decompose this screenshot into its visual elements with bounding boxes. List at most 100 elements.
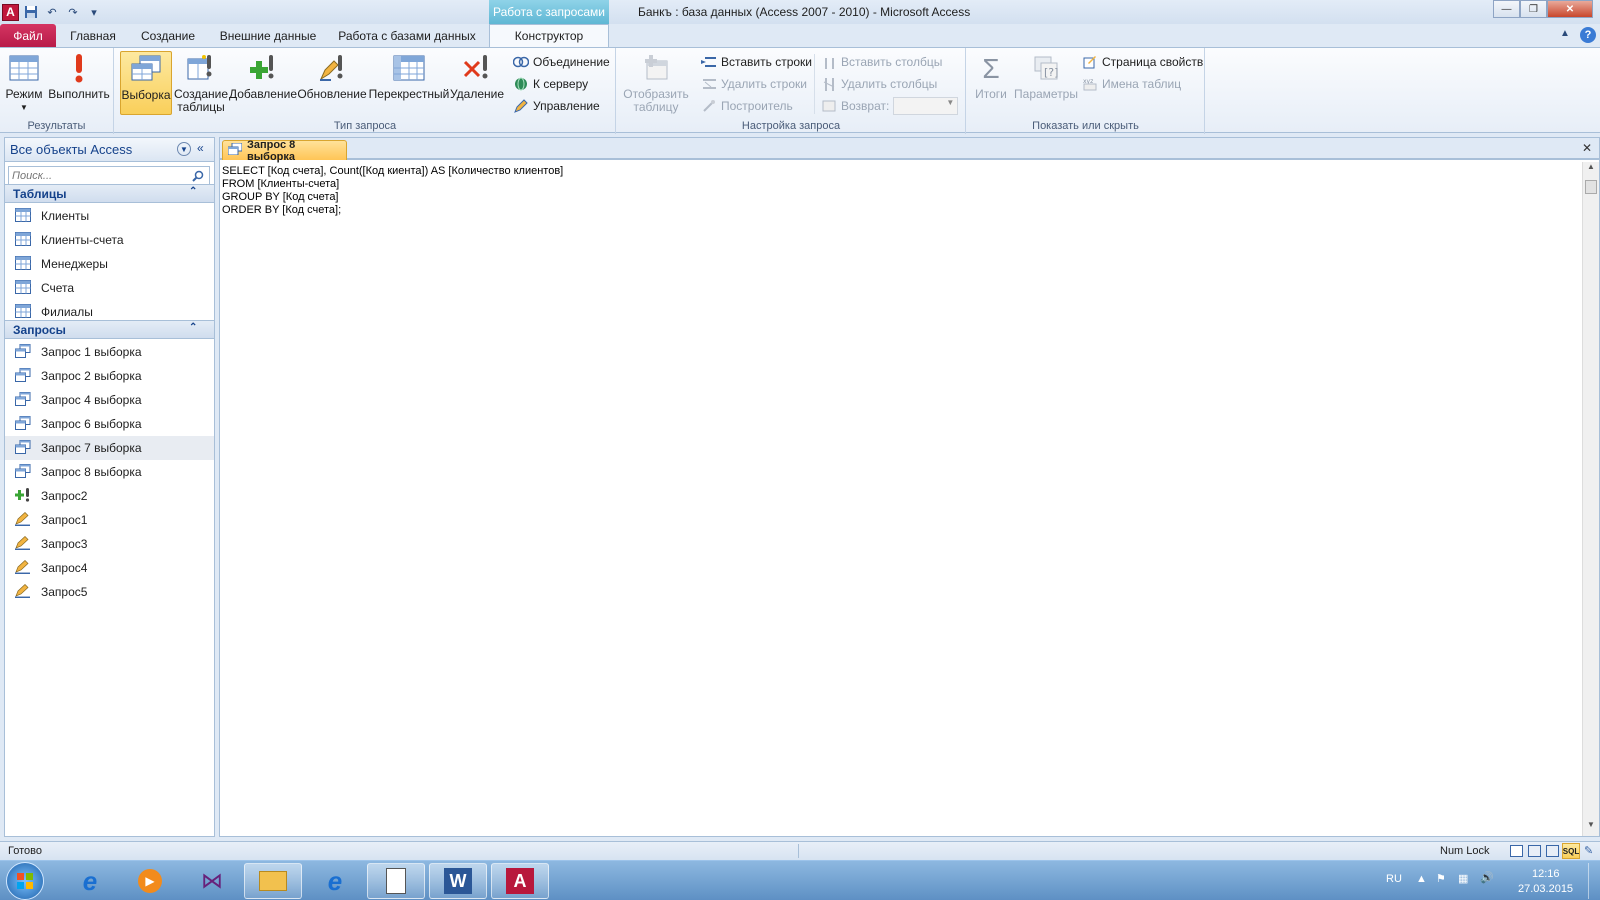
delete-rows-button[interactable]: Удалить строки: [701, 74, 807, 94]
nav-query-item[interactable]: Запрос 8 выборка: [5, 460, 214, 484]
taskbar-ie-2[interactable]: e: [306, 863, 364, 899]
show-table-button[interactable]: Отобразить таблицу: [621, 51, 691, 115]
network-icon[interactable]: ▦: [1458, 872, 1468, 885]
document-tab-label: Запрос 8 выборка: [247, 138, 296, 163]
show-desktop-button[interactable]: [1588, 863, 1598, 899]
nav-query-item[interactable]: Запрос 2 выборка: [5, 364, 214, 388]
redo-icon[interactable]: ↷: [64, 3, 82, 21]
nav-section-queries[interactable]: Запросы ⌃: [5, 320, 214, 339]
pass-through-button[interactable]: К серверу: [513, 74, 588, 94]
nav-query-item[interactable]: Запрос5: [5, 580, 214, 604]
insert-columns-label: Вставить столбцы: [841, 55, 943, 69]
close-button[interactable]: ✕: [1547, 0, 1593, 18]
make-table-button[interactable]: Создание таблицы: [174, 51, 228, 115]
nav-table-item[interactable]: Счета: [5, 276, 214, 300]
union-button[interactable]: Объединение: [513, 52, 610, 72]
parameters-button[interactable]: [?] Параметры: [1013, 51, 1079, 115]
nav-table-label: Клиенты: [41, 209, 90, 223]
minimize-ribbon-icon[interactable]: ▲: [1560, 28, 1574, 42]
help-icon[interactable]: ?: [1580, 27, 1596, 43]
scroll-thumb[interactable]: [1585, 180, 1597, 194]
pivotchart-view-icon[interactable]: [1546, 845, 1559, 857]
nav-table-item[interactable]: Клиенты: [5, 204, 214, 228]
table-names-button[interactable]: xyz Имена таблиц: [1082, 74, 1181, 94]
tab-file[interactable]: Файл: [0, 24, 56, 47]
access-app-icon[interactable]: A: [2, 3, 19, 21]
nav-search-input[interactable]: [9, 167, 189, 184]
taskbar-explorer[interactable]: [244, 863, 302, 899]
append-query-button[interactable]: Добавление: [229, 51, 297, 115]
document-icon: [386, 868, 406, 894]
nav-query-item[interactable]: Запрос2: [5, 484, 214, 508]
customize-qat-icon[interactable]: ▾: [85, 3, 103, 21]
language-indicator[interactable]: RU: [1386, 873, 1402, 885]
view-mode-button[interactable]: Режим ▼: [3, 51, 45, 115]
tab-database-tools[interactable]: Работа с базами данных: [330, 24, 484, 47]
taskbar-access[interactable]: A: [491, 863, 549, 899]
collapse-section-icon[interactable]: ⌃: [189, 186, 197, 197]
undo-icon[interactable]: ↶: [43, 3, 61, 21]
collapse-section-icon[interactable]: ⌃: [189, 322, 197, 333]
nav-table-item[interactable]: Клиенты-счета: [5, 228, 214, 252]
clock-date[interactable]: 27.03.2015: [1518, 883, 1573, 895]
save-icon[interactable]: [22, 3, 40, 21]
nav-table-item[interactable]: Менеджеры: [5, 252, 214, 276]
delete-query-button[interactable]: Удаление: [450, 51, 504, 115]
crosstab-query-button[interactable]: Перекрестный: [368, 51, 450, 115]
insert-columns-button[interactable]: Вставить столбцы: [821, 52, 942, 72]
nav-query-item[interactable]: Запрос1: [5, 508, 214, 532]
insert-rows-button[interactable]: Вставить строки: [701, 52, 812, 72]
return-dropdown[interactable]: ▼: [893, 97, 959, 115]
show-hidden-icons[interactable]: ▲: [1416, 873, 1427, 885]
pivottable-view-icon[interactable]: [1528, 845, 1541, 857]
nav-section-tables[interactable]: Таблицы ⌃: [5, 184, 214, 203]
builder-button[interactable]: Построитель: [701, 96, 793, 116]
nav-query-item[interactable]: Запрос 4 выборка: [5, 388, 214, 412]
nav-pane-header[interactable]: Все объекты Access ▼ «: [5, 138, 214, 162]
scroll-down-icon[interactable]: ▼: [1583, 820, 1599, 836]
update-query-button[interactable]: Обновление: [297, 51, 367, 115]
run-button[interactable]: Выполнить: [47, 51, 111, 115]
scroll-up-icon[interactable]: ▲: [1583, 162, 1599, 178]
sql-editor[interactable]: SELECT [Код счета], Count([Код киента]) …: [222, 165, 1572, 825]
search-icon[interactable]: [189, 167, 207, 184]
design-view-icon[interactable]: ✎: [1584, 844, 1593, 857]
taskbar-ie[interactable]: e: [61, 863, 119, 899]
totals-button[interactable]: Σ Итоги: [971, 51, 1011, 115]
taskbar-notepad[interactable]: [367, 863, 425, 899]
property-sheet-button[interactable]: Страница свойств: [1082, 52, 1203, 72]
close-document-icon[interactable]: ✕: [1582, 141, 1592, 155]
clock-time[interactable]: 12:16: [1532, 868, 1560, 880]
tab-design[interactable]: Конструктор: [489, 24, 609, 47]
tab-external-data[interactable]: Внешние данные: [212, 24, 324, 47]
taskbar-visual-studio[interactable]: ⋈: [183, 863, 241, 899]
nav-query-item[interactable]: Запрос3: [5, 532, 214, 556]
title-bar: A ↶ ↷ ▾ Работа с запросами Банкъ : база …: [0, 0, 1600, 24]
collapse-nav-icon[interactable]: «: [197, 141, 204, 155]
taskbar-word[interactable]: W: [429, 863, 487, 899]
group-query-type-label: Тип запроса: [333, 120, 397, 132]
restore-button[interactable]: ❐: [1520, 0, 1547, 18]
select-query-button[interactable]: Выборка: [120, 51, 172, 115]
taskbar-media-player[interactable]: ▶: [121, 863, 179, 899]
sql-view-icon[interactable]: SQL: [1562, 843, 1580, 859]
vertical-scrollbar[interactable]: ▲ ▼: [1582, 162, 1599, 836]
data-definition-button[interactable]: Управление: [513, 96, 600, 116]
minimize-button[interactable]: —: [1493, 0, 1520, 18]
nav-query-item[interactable]: Запрос 6 выборка: [5, 412, 214, 436]
nav-query-item[interactable]: Запрос4: [5, 556, 214, 580]
tab-home[interactable]: Главная: [62, 24, 124, 47]
delete-columns-button[interactable]: Удалить столбцы: [821, 74, 937, 94]
datasheet-view-icon[interactable]: [1510, 845, 1523, 857]
document-tab[interactable]: Запрос 8 выборка: [222, 138, 347, 163]
context-tab-title: Работа с запросами: [489, 0, 609, 24]
action-center-flag-icon[interactable]: ⚑: [1436, 872, 1446, 885]
globe-icon: [513, 76, 529, 92]
start-button[interactable]: [6, 862, 44, 900]
nav-query-item[interactable]: Запрос 1 выборка: [5, 340, 214, 364]
volume-icon[interactable]: 🔊: [1480, 871, 1494, 884]
nav-query-label: Запрос 8 выборка: [41, 465, 142, 479]
tab-create[interactable]: Создание: [130, 24, 206, 47]
nav-menu-dropdown-icon[interactable]: ▼: [177, 142, 191, 156]
nav-query-item[interactable]: Запрос 7 выборка: [5, 436, 214, 460]
